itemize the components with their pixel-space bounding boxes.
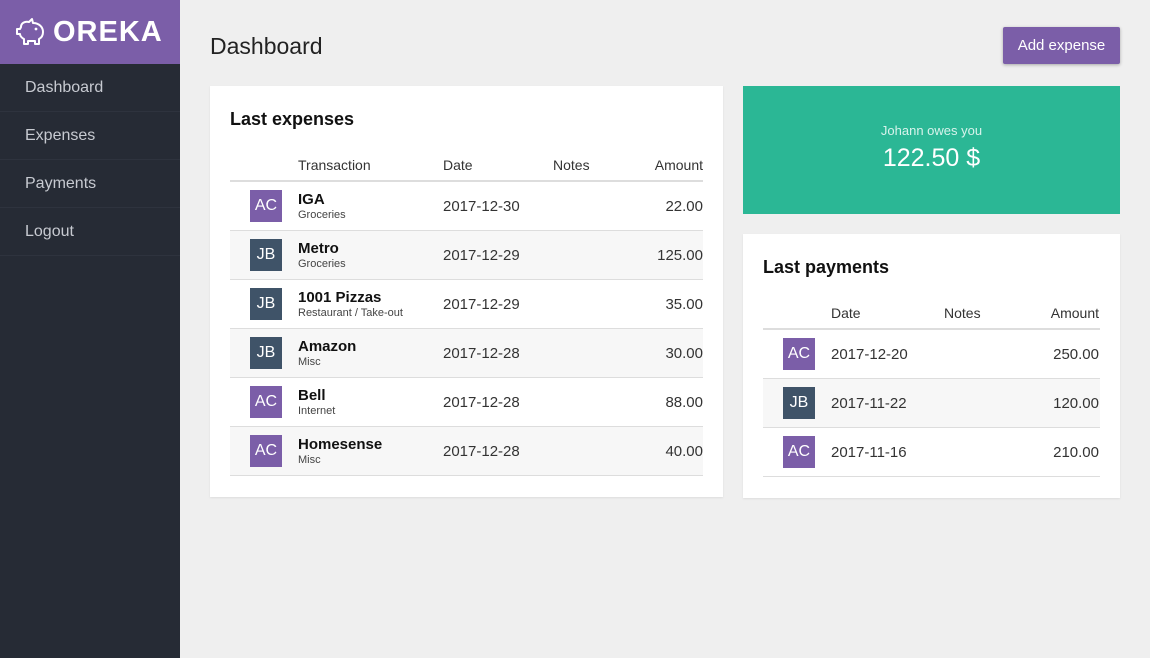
column-header-amount: Amount [1050,305,1099,321]
payment-amount: 250.00 [1053,345,1099,363]
avatar: AC [250,435,282,467]
avatar-cell: AC [230,435,298,467]
expense-date: 2017-12-28 [443,344,520,362]
column-header-amount: Amount [654,157,703,173]
avatar-cell: JB [230,288,298,320]
payment-amount: 120.00 [1053,394,1099,412]
payment-date: 2017-11-16 [831,443,907,461]
merchant-name: Homesense [298,435,383,453]
expense-amount: 125.00 [657,246,703,264]
column-header-date: Date [443,157,473,173]
avatar-cell: AC [230,386,298,418]
brand-name: OREKA [53,15,163,48]
avatar: AC [783,338,815,370]
expense-amount: 88.00 [665,393,703,411]
expense-date: 2017-12-29 [443,295,520,313]
transaction-cell: Metro Groceries [298,240,443,271]
avatar-cell: AC [763,436,831,468]
merchant-name: IGA [298,190,325,208]
expense-amount: 40.00 [665,442,703,460]
expenses-table-header: Transaction Date Notes Amount [230,150,703,182]
balance-amount: 122.50 $ [882,144,981,172]
last-expenses-title: Last expenses [230,109,355,129]
transaction-cell: 1001 Pizzas Restaurant / Take-out [298,289,443,320]
add-expense-button[interactable]: Add expense [1003,27,1120,64]
avatar: JB [250,337,282,369]
expense-category: Groceries [298,257,346,270]
avatar: JB [783,387,815,419]
expense-category: Misc [298,453,321,466]
sidebar: OREKA Dashboard Expenses Payments Logout [0,0,180,658]
piggy-bank-icon [16,18,44,45]
expense-date: 2017-12-30 [443,197,520,215]
avatar-cell: JB [763,387,831,419]
last-payments-title: Last payments [763,257,890,277]
transaction-cell: Homesense Misc [298,436,443,467]
payments-table-body: AC 2017-12-20 250.00 JB 2017-11-22 120.00 AC 20… [763,330,1100,477]
last-payments-card: Last payments Date Notes Amount AC 2017-1… [743,234,1120,498]
expense-category: Internet [298,404,336,417]
payment-row[interactable]: JB 2017-11-22 120.00 [763,379,1100,428]
column-header-transaction: Transaction [298,157,371,173]
expense-amount: 30.00 [665,344,703,362]
expense-date: 2017-12-28 [443,393,520,411]
expenses-table-body: AC IGA Groceries 2017-12-30 22.00 JB Metro Groc… [230,182,703,476]
transaction-cell: Bell Internet [298,387,443,418]
balance-card: Johann owes you 122.50 $ [743,86,1120,214]
payments-table: Date Notes Amount AC 2017-12-20 250.00 JB 20… [763,298,1100,477]
balance-label: Johann owes you [880,123,983,138]
merchant-name: Metro [298,239,339,257]
avatar: AC [783,436,815,468]
transaction-cell: IGA Groceries [298,191,443,222]
brand-logo[interactable]: OREKA [0,0,180,64]
sidebar-nav: Dashboard Expenses Payments Logout [0,64,180,256]
expense-date: 2017-12-28 [443,442,520,460]
transaction-cell: Amazon Misc [298,338,443,369]
expense-row[interactable]: AC Homesense Misc 2017-12-28 40.00 [230,427,703,476]
sidebar-item-dashboard[interactable]: Dashboard [0,64,180,112]
merchant-name: Bell [298,386,326,404]
payment-row[interactable]: AC 2017-11-16 210.00 [763,428,1100,477]
payment-date: 2017-11-22 [831,394,907,412]
expense-row[interactable]: AC IGA Groceries 2017-12-30 22.00 [230,182,703,231]
expense-category: Misc [298,355,321,368]
expenses-table: Transaction Date Notes Amount AC IGA Groce… [230,150,703,476]
expense-category: Restaurant / Take-out [298,306,403,319]
expense-amount: 35.00 [665,295,703,313]
expense-category: Groceries [298,208,346,221]
sidebar-item-logout[interactable]: Logout [0,208,180,256]
avatar-cell: AC [763,338,831,370]
expense-row[interactable]: JB Metro Groceries 2017-12-29 125.00 [230,231,703,280]
avatar: JB [250,239,282,271]
page-title: Dashboard [210,33,323,59]
column-header-date: Date [831,305,861,321]
merchant-name: Amazon [298,337,357,355]
sidebar-item-payments[interactable]: Payments [0,160,180,208]
avatar: AC [250,190,282,222]
payment-date: 2017-12-20 [831,345,908,363]
last-expenses-card: Last expenses Transaction Date Notes Amo… [210,86,723,497]
sidebar-item-expenses[interactable]: Expenses [0,112,180,160]
avatar-cell: AC [230,190,298,222]
avatar-cell: JB [230,337,298,369]
column-header-notes: Notes [944,305,981,321]
column-header-notes: Notes [553,157,590,173]
expense-row[interactable]: JB Amazon Misc 2017-12-28 30.00 [230,329,703,378]
payments-table-header: Date Notes Amount [763,298,1100,330]
expense-amount: 22.00 [665,197,703,215]
avatar: JB [250,288,282,320]
avatar: AC [250,386,282,418]
expense-date: 2017-12-29 [443,246,520,264]
payment-row[interactable]: AC 2017-12-20 250.00 [763,330,1100,379]
expense-row[interactable]: AC Bell Internet 2017-12-28 88.00 [230,378,703,427]
expense-row[interactable]: JB 1001 Pizzas Restaurant / Take-out 2017-1… [230,280,703,329]
payment-amount: 210.00 [1053,443,1099,461]
avatar-cell: JB [230,239,298,271]
merchant-name: 1001 Pizzas [298,288,382,306]
